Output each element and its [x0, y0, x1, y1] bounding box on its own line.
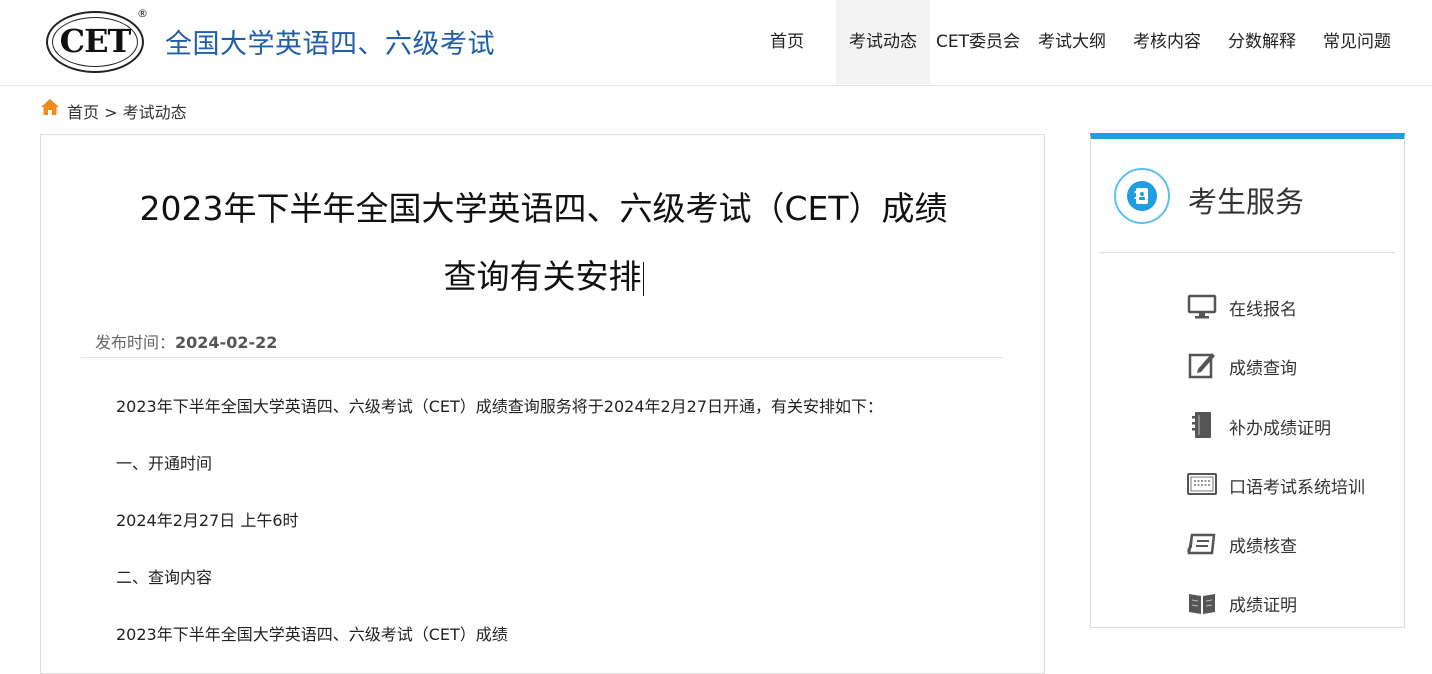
breadcrumb-separator: > [99, 103, 123, 122]
notebook-icon [1192, 412, 1211, 438]
nav-assessment[interactable]: 考核内容 [1124, 0, 1210, 84]
article-divider [81, 357, 1003, 358]
monitor-icon [1187, 294, 1217, 319]
service-label: 成绩核查 [1229, 537, 1297, 557]
nav-exam-news[interactable]: 考试动态 [836, 0, 930, 84]
services-divider [1099, 252, 1395, 253]
publish-date: 2024-02-22 [175, 333, 278, 352]
cet-logo[interactable]: CET ® [46, 7, 148, 74]
nav-faq[interactable]: 常见问题 [1314, 0, 1400, 84]
breadcrumb-home[interactable]: 首页 [67, 103, 99, 122]
site-header: CET ® 全国大学英语四、六级考试 首页 考试动态 CET委员会 考试大纲 考… [0, 0, 1432, 86]
service-label: 在线报名 [1229, 300, 1297, 320]
services-badge [1114, 168, 1170, 224]
home-icon[interactable] [40, 97, 60, 117]
article-title-line1: 2023年下半年全国大学英语四、六级考试（CET）成绩 [139, 189, 948, 228]
site-title[interactable]: 全国大学英语四、六级考试 [165, 22, 495, 61]
article-title: 2023年下半年全国大学英语四、六级考试（CET）成绩 查询有关安排 [81, 175, 1006, 311]
address-book-icon [1134, 188, 1148, 204]
edit-icon [1188, 353, 1215, 379]
logo-text: CET [59, 22, 132, 60]
services-title: 考生服务 [1188, 185, 1305, 219]
article-paragraph: 二、查询内容 [116, 568, 213, 587]
registered-mark: ® [137, 7, 148, 20]
service-label: 成绩证明 [1229, 596, 1297, 616]
keyboard-icon [1187, 473, 1217, 495]
breadcrumb-current[interactable]: 考试动态 [123, 103, 187, 122]
service-label: 补办成绩证明 [1229, 419, 1331, 439]
article-panel: 2023年下半年全国大学英语四、六级考试（CET）成绩 查询有关安排 发布时间：… [40, 134, 1045, 674]
nav-syllabus[interactable]: 考试大纲 [1030, 0, 1114, 84]
scroll-icon [1187, 533, 1216, 555]
text-cursor [642, 261, 644, 296]
article-title-line2: 查询有关安排 [443, 257, 642, 296]
nav-cet-committee[interactable]: CET委员会 [932, 0, 1024, 84]
open-book-icon [1189, 594, 1215, 614]
article-paragraph: 2023年下半年全国大学英语四、六级考试（CET）成绩查询服务将于2024年2月… [116, 397, 884, 416]
candidate-services-panel: 考生服务 在线报名 成绩查询 补办成绩证明 口语考试系统培训 成绩核查 成绩证明 [1090, 133, 1405, 628]
article-paragraph: 2023年下半年全国大学英语四、六级考试（CET）成绩 [116, 625, 508, 644]
publish-label: 发布时间： [95, 333, 176, 352]
nav-score-explanation[interactable]: 分数解释 [1218, 0, 1306, 84]
nav-home[interactable]: 首页 [752, 0, 822, 84]
service-label: 口语考试系统培训 [1229, 478, 1365, 498]
article-paragraph: 2024年2月27日 上午6时 [116, 511, 299, 530]
publish-meta: 发布时间：2024-02-22 [95, 329, 277, 353]
service-label: 成绩查询 [1229, 359, 1297, 379]
article-paragraph: 一、开通时间 [116, 454, 213, 473]
